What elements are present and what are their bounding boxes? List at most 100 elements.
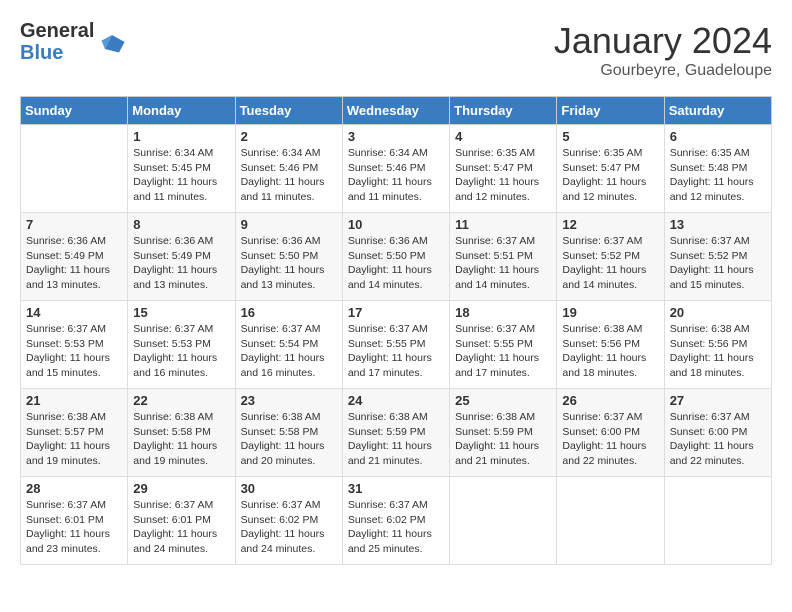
column-header-wednesday: Wednesday [342, 97, 449, 125]
column-header-saturday: Saturday [664, 97, 771, 125]
day-number: 29 [133, 481, 229, 496]
day-number: 13 [670, 217, 766, 232]
day-number: 1 [133, 129, 229, 144]
day-number: 11 [455, 217, 551, 232]
day-number: 22 [133, 393, 229, 408]
calendar-cell: 12 Sunrise: 6:37 AMSunset: 5:52 PMDayligh… [557, 213, 664, 301]
day-number: 31 [348, 481, 444, 496]
day-info: Sunrise: 6:34 AMSunset: 5:45 PMDaylight:… [133, 146, 229, 205]
day-number: 5 [562, 129, 658, 144]
calendar-cell: 16 Sunrise: 6:37 AMSunset: 5:54 PMDayligh… [235, 301, 342, 389]
calendar-week-2: 7 Sunrise: 6:36 AMSunset: 5:49 PMDaylight… [21, 213, 772, 301]
day-info: Sunrise: 6:35 AMSunset: 5:47 PMDaylight:… [455, 146, 551, 205]
day-info: Sunrise: 6:37 AMSunset: 6:00 PMDaylight:… [670, 410, 766, 469]
logo-general: General [20, 20, 94, 42]
day-info: Sunrise: 6:36 AMSunset: 5:50 PMDaylight:… [241, 234, 337, 293]
day-info: Sunrise: 6:37 AMSunset: 5:53 PMDaylight:… [26, 322, 122, 381]
calendar-cell: 18Sunrise: 6:37 AMSunset: 5:55 PMDayligh… [450, 301, 557, 389]
calendar-cell: 29 Sunrise: 6:37 AMSunset: 6:01 PMDayligh… [128, 477, 235, 565]
day-number: 16 [241, 305, 337, 320]
calendar-table: SundayMondayTuesdayWednesdayThursdayFrid… [20, 96, 772, 565]
day-number: 23 [241, 393, 337, 408]
day-info: Sunrise: 6:34 AMSunset: 5:46 PMDaylight:… [241, 146, 337, 205]
calendar-cell: 10Sunrise: 6:36 AMSunset: 5:50 PMDayligh… [342, 213, 449, 301]
day-info: Sunrise: 6:37 AMSunset: 5:52 PMDaylight:… [670, 234, 766, 293]
day-number: 12 [562, 217, 658, 232]
calendar-cell: 28 Sunrise: 6:37 AMSunset: 6:01 PMDayligh… [21, 477, 128, 565]
calendar-cell: 5 Sunrise: 6:35 AMSunset: 5:47 PMDaylight… [557, 125, 664, 213]
day-info: Sunrise: 6:36 AMSunset: 5:49 PMDaylight:… [26, 234, 122, 293]
day-number: 7 [26, 217, 122, 232]
calendar-cell: 7 Sunrise: 6:36 AMSunset: 5:49 PMDaylight… [21, 213, 128, 301]
logo-blue: Blue [20, 42, 94, 64]
day-number: 19 [562, 305, 658, 320]
calendar-cell: 2 Sunrise: 6:34 AMSunset: 5:46 PMDaylight… [235, 125, 342, 213]
day-info: Sunrise: 6:37 AMSunset: 6:00 PMDaylight:… [562, 410, 658, 469]
day-number: 30 [241, 481, 337, 496]
calendar-cell: 26 Sunrise: 6:37 AMSunset: 6:00 PMDayligh… [557, 389, 664, 477]
header-row: SundayMondayTuesdayWednesdayThursdayFrid… [21, 97, 772, 125]
calendar-cell [21, 125, 128, 213]
calendar-cell: 11 Sunrise: 6:37 AMSunset: 5:51 PMDayligh… [450, 213, 557, 301]
column-header-tuesday: Tuesday [235, 97, 342, 125]
day-info: Sunrise: 6:37 AMSunset: 5:52 PMDaylight:… [562, 234, 658, 293]
column-header-friday: Friday [557, 97, 664, 125]
calendar-cell: 22 Sunrise: 6:38 AMSunset: 5:58 PMDayligh… [128, 389, 235, 477]
calendar-cell: 13 Sunrise: 6:37 AMSunset: 5:52 PMDayligh… [664, 213, 771, 301]
day-info: Sunrise: 6:37 AMSunset: 6:02 PMDaylight:… [241, 498, 337, 557]
calendar-cell: 8 Sunrise: 6:36 AMSunset: 5:49 PMDaylight… [128, 213, 235, 301]
day-number: 25 [455, 393, 551, 408]
day-number: 9 [241, 217, 337, 232]
logo: General Blue [20, 20, 126, 64]
calendar-cell: 20 Sunrise: 6:38 AMSunset: 5:56 PMDayligh… [664, 301, 771, 389]
day-number: 26 [562, 393, 658, 408]
day-info: Sunrise: 6:34 AMSunset: 5:46 PMDaylight:… [348, 146, 444, 205]
day-number: 2 [241, 129, 337, 144]
day-info: Sunrise: 6:37 AMSunset: 6:01 PMDaylight:… [133, 498, 229, 557]
title-block: January 2024 Gourbeyre, Guadeloupe [554, 20, 772, 80]
day-number: 21 [26, 393, 122, 408]
day-info: Sunrise: 6:38 AMSunset: 5:58 PMDaylight:… [241, 410, 337, 469]
month-title: January 2024 [554, 20, 772, 62]
day-info: Sunrise: 6:38 AMSunset: 5:58 PMDaylight:… [133, 410, 229, 469]
calendar-cell [557, 477, 664, 565]
day-number: 3 [348, 129, 444, 144]
calendar-cell: 1 Sunrise: 6:34 AMSunset: 5:45 PMDaylight… [128, 125, 235, 213]
day-info: Sunrise: 6:36 AMSunset: 5:49 PMDaylight:… [133, 234, 229, 293]
calendar-cell: 30 Sunrise: 6:37 AMSunset: 6:02 PMDayligh… [235, 477, 342, 565]
day-info: Sunrise: 6:37 AMSunset: 5:54 PMDaylight:… [241, 322, 337, 381]
calendar-cell: 3 Sunrise: 6:34 AMSunset: 5:46 PMDaylight… [342, 125, 449, 213]
calendar-week-1: 1 Sunrise: 6:34 AMSunset: 5:45 PMDaylight… [21, 125, 772, 213]
column-header-sunday: Sunday [21, 97, 128, 125]
calendar-week-3: 14Sunrise: 6:37 AMSunset: 5:53 PMDayligh… [21, 301, 772, 389]
day-number: 10 [348, 217, 444, 232]
day-info: Sunrise: 6:38 AMSunset: 5:56 PMDaylight:… [670, 322, 766, 381]
day-number: 4 [455, 129, 551, 144]
page-header: General Blue January 2024 Gourbeyre, Gua… [20, 20, 772, 80]
calendar-cell: 17 Sunrise: 6:37 AMSunset: 5:55 PMDayligh… [342, 301, 449, 389]
calendar-cell [664, 477, 771, 565]
calendar-cell: 4 Sunrise: 6:35 AMSunset: 5:47 PMDaylight… [450, 125, 557, 213]
day-number: 17 [348, 305, 444, 320]
day-number: 15 [133, 305, 229, 320]
day-info: Sunrise: 6:37 AMSunset: 5:51 PMDaylight:… [455, 234, 551, 293]
calendar-cell: 15 Sunrise: 6:37 AMSunset: 5:53 PMDayligh… [128, 301, 235, 389]
calendar-cell: 14Sunrise: 6:37 AMSunset: 5:53 PMDayligh… [21, 301, 128, 389]
day-info: Sunrise: 6:37 AMSunset: 5:53 PMDaylight:… [133, 322, 229, 381]
calendar-cell: 24 Sunrise: 6:38 AMSunset: 5:59 PMDayligh… [342, 389, 449, 477]
day-info: Sunrise: 6:37 AMSunset: 5:55 PMDaylight:… [348, 322, 444, 381]
day-info: Sunrise: 6:37 AMSunset: 6:02 PMDaylight:… [348, 498, 444, 557]
day-number: 24 [348, 393, 444, 408]
day-number: 8 [133, 217, 229, 232]
day-info: Sunrise: 6:38 AMSunset: 5:59 PMDaylight:… [348, 410, 444, 469]
calendar-cell: 27 Sunrise: 6:37 AMSunset: 6:00 PMDayligh… [664, 389, 771, 477]
day-info: Sunrise: 6:35 AMSunset: 5:47 PMDaylight:… [562, 146, 658, 205]
calendar-cell: 25Sunrise: 6:38 AMSunset: 5:59 PMDayligh… [450, 389, 557, 477]
calendar-cell: 21Sunrise: 6:38 AMSunset: 5:57 PMDayligh… [21, 389, 128, 477]
day-number: 27 [670, 393, 766, 408]
day-info: Sunrise: 6:38 AMSunset: 5:56 PMDaylight:… [562, 322, 658, 381]
day-info: Sunrise: 6:37 AMSunset: 6:01 PMDaylight:… [26, 498, 122, 557]
day-number: 20 [670, 305, 766, 320]
day-number: 28 [26, 481, 122, 496]
location-subtitle: Gourbeyre, Guadeloupe [554, 62, 772, 80]
